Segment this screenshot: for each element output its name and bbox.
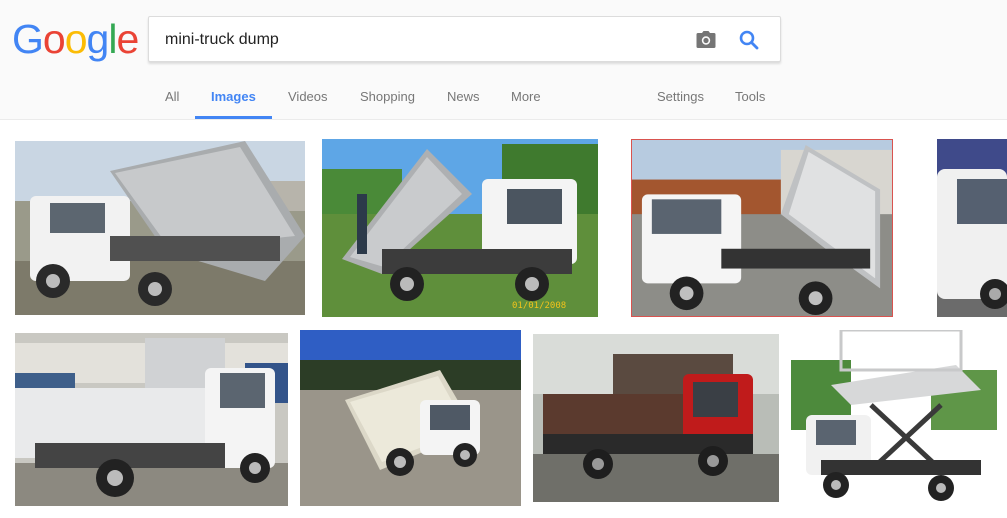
image-result[interactable] [631,139,893,317]
tab-settings[interactable]: Settings [657,74,704,120]
logo-letter: g [86,16,110,62]
date-stamp: 01/01/2008 [512,301,567,311]
tab-shopping[interactable]: Shopping [360,74,415,120]
logo-letter: o [64,16,88,62]
logo-letter: o [42,16,66,62]
image-results-grid: 01/01/2008 [0,121,1007,518]
image-result[interactable] [15,333,288,506]
tab-videos[interactable]: Videos [288,74,328,120]
image-result[interactable] [791,330,997,506]
logo-letter: l [108,16,117,62]
image-result[interactable] [15,141,305,315]
tab-all[interactable]: All [165,74,179,120]
search-icon[interactable] [737,28,761,52]
search-tabs: All Images Videos Shopping News More Set… [0,74,1007,120]
tab-news[interactable]: News [447,74,480,120]
tab-tools[interactable]: Tools [735,74,765,120]
image-result[interactable] [300,330,521,506]
logo-letter: G [12,16,44,62]
tab-more[interactable]: More [511,74,541,120]
image-result[interactable] [533,334,779,502]
image-result[interactable] [937,139,1007,317]
image-result[interactable]: 01/01/2008 [322,139,598,317]
google-logo[interactable]: Google [12,12,139,66]
search-input[interactable] [165,26,685,54]
logo-letter: e [116,16,139,62]
tab-images[interactable]: Images [211,74,256,120]
header: Google All Images Videos Shopping News M… [0,0,1007,120]
search-box [148,16,781,62]
camera-icon[interactable] [695,29,717,51]
active-tab-indicator [195,116,272,119]
